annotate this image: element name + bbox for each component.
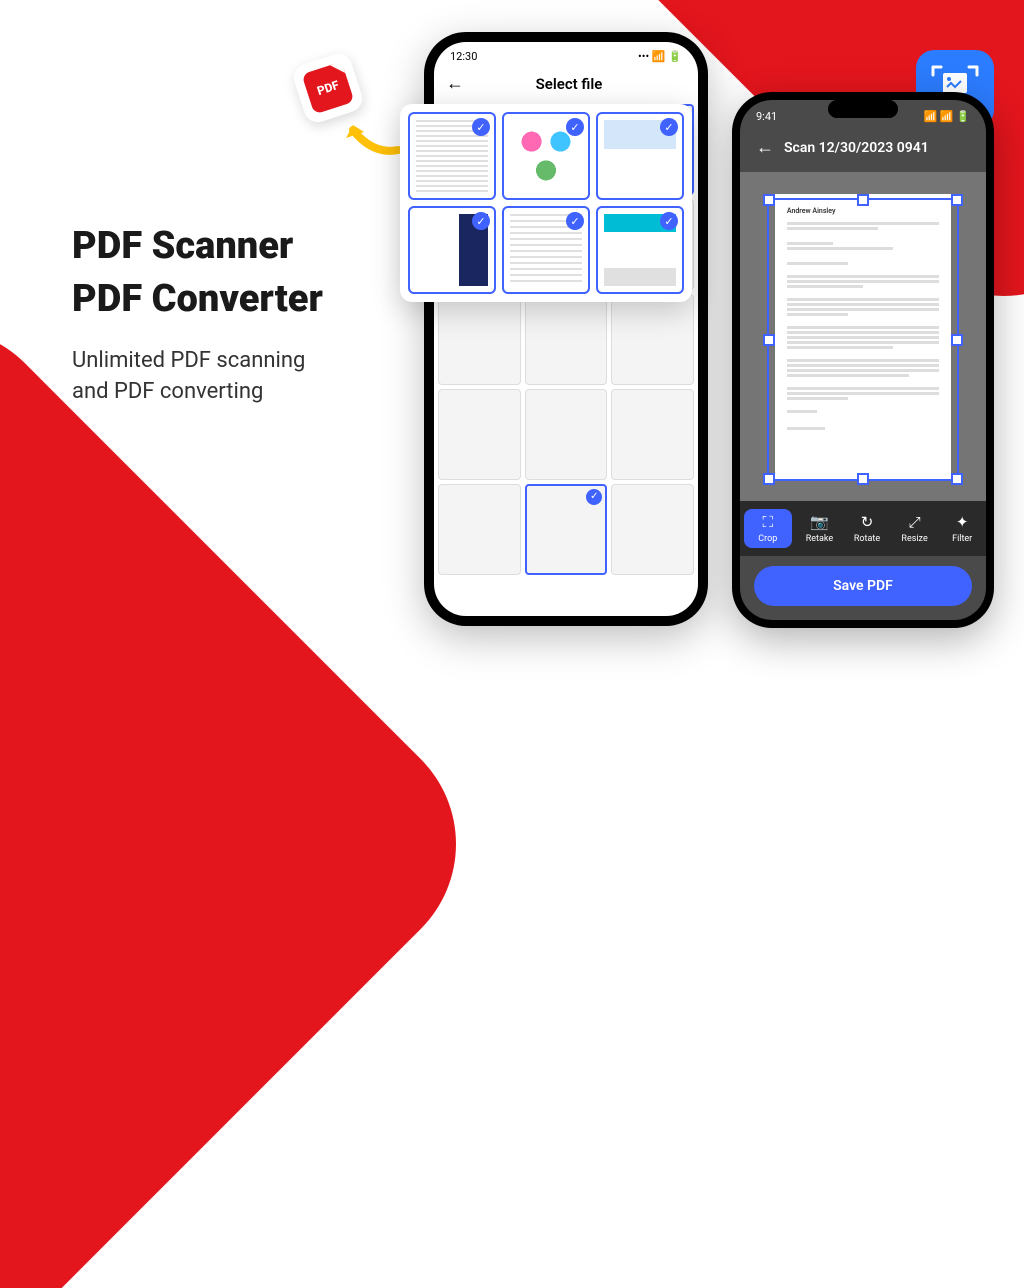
page-title: Select file — [470, 75, 686, 93]
check-icon: ✓ — [660, 212, 678, 230]
phone-notch — [828, 100, 898, 118]
file-thumbnail[interactable] — [438, 294, 521, 385]
crop-handle[interactable] — [763, 194, 775, 206]
resize-icon: ⤢ — [909, 513, 921, 531]
file-thumbnail[interactable]: ✓ — [502, 112, 590, 200]
tool-label: Rotate — [854, 534, 880, 544]
crop-handle[interactable] — [951, 334, 963, 346]
pdf-badge-label: PDF — [315, 78, 340, 98]
crop-handle[interactable] — [763, 334, 775, 346]
rotate-tool[interactable]: ↻ Rotate — [843, 509, 891, 548]
check-icon: ✓ — [472, 118, 490, 136]
file-thumbnail[interactable] — [525, 294, 608, 385]
file-thumbnail[interactable]: ✓ — [596, 112, 684, 200]
status-icons: 📶 📶 🔋 — [923, 110, 970, 123]
file-thumbnail[interactable] — [611, 484, 694, 575]
page-title: Scan 12/30/2023 0941 — [784, 140, 929, 156]
save-pdf-button[interactable]: Save PDF — [754, 566, 972, 606]
file-thumbnail[interactable] — [525, 389, 608, 480]
save-label: Save PDF — [833, 578, 893, 594]
marketing-heading: PDF Scanner PDF Converter Unlimited PDF … — [72, 220, 323, 408]
edit-toolbar: ⛶ Crop 📷 Retake ↻ Rotate ⤢ Resize ✦ F — [740, 501, 986, 556]
file-thumbnail[interactable] — [611, 389, 694, 480]
status-bar: 12:30 ••• 📶 🔋 — [434, 42, 698, 67]
phone-scan-editor: 9:41 📶 📶 🔋 ← Scan 12/30/2023 0941 Andrew… — [732, 92, 994, 628]
check-icon: ✓ — [566, 118, 584, 136]
file-thumbnail[interactable]: ✓ — [596, 206, 684, 294]
file-thumbnail[interactable]: ✓ — [525, 484, 608, 575]
file-thumbnail[interactable] — [611, 294, 694, 385]
check-icon: ✓ — [660, 118, 678, 136]
subheading-line1: Unlimited PDF scanning — [72, 346, 323, 377]
tool-label: Retake — [806, 534, 833, 544]
file-thumbnail[interactable] — [438, 484, 521, 575]
crop-handle[interactable] — [951, 473, 963, 485]
retake-tool[interactable]: 📷 Retake — [796, 509, 844, 548]
subheading-line2: and PDF converting — [72, 377, 323, 408]
crop-handle[interactable] — [857, 194, 869, 206]
file-thumbnail[interactable]: ✓ — [408, 112, 496, 200]
file-thumbnail[interactable]: ✓ — [502, 206, 590, 294]
filter-tool[interactable]: ✦ Filter — [938, 509, 986, 548]
tool-label: Filter — [952, 534, 972, 544]
heading-line1: PDF Scanner — [72, 220, 323, 273]
crop-handle[interactable] — [857, 473, 869, 485]
crop-frame[interactable] — [767, 198, 959, 481]
crop-tool[interactable]: ⛶ Crop — [744, 509, 792, 548]
back-icon[interactable]: ← — [756, 137, 774, 158]
crop-handle[interactable] — [951, 194, 963, 206]
filter-icon: ✦ — [956, 513, 969, 531]
file-thumbnail[interactable]: ✓ — [408, 206, 496, 294]
selected-files-popup: ✓ ✓ ✓ ✓ ✓ ✓ — [400, 104, 692, 302]
status-icons: ••• 📶 🔋 — [638, 50, 682, 63]
back-icon[interactable]: ← — [446, 73, 464, 94]
arrow-icon — [338, 110, 408, 160]
tool-label: Crop — [758, 534, 777, 544]
file-thumbnail[interactable] — [438, 389, 521, 480]
crop-handle[interactable] — [763, 473, 775, 485]
scan-preview-area: Andrew Ainsley — [740, 172, 986, 501]
camera-icon: 📷 — [810, 513, 829, 531]
rotate-icon: ↻ — [861, 513, 874, 531]
check-icon: ✓ — [566, 212, 584, 230]
heading-line2: PDF Converter — [72, 273, 323, 326]
status-time: 12:30 — [450, 50, 477, 63]
resize-tool[interactable]: ⤢ Resize — [891, 509, 939, 548]
crop-icon: ⛶ — [763, 513, 774, 531]
check-icon: ✓ — [472, 212, 490, 230]
check-icon: ✓ — [586, 489, 602, 505]
status-time: 9:41 — [756, 110, 777, 123]
tool-label: Resize — [901, 534, 927, 544]
